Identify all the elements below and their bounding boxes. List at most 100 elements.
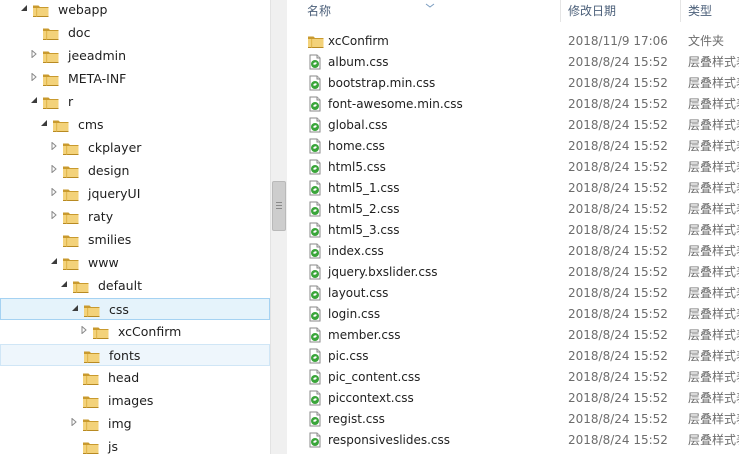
file-row[interactable]: member.css 2018/8/24 15:52 层叠样式表文档: [287, 325, 739, 346]
folder-icon: [82, 393, 100, 409]
css-file-icon: [307, 264, 323, 280]
file-row[interactable]: bootstrap.min.css 2018/8/24 15:52 层叠样式表文档: [287, 73, 739, 94]
column-header-date[interactable]: 修改日期: [568, 0, 616, 22]
file-row[interactable]: html5_3.css 2018/8/24 15:52 层叠样式表文档: [287, 220, 739, 241]
file-row[interactable]: album.css 2018/8/24 15:52 层叠样式表文档: [287, 52, 739, 73]
css-file-icon: [307, 138, 323, 154]
column-separator[interactable]: [680, 0, 681, 22]
css-file-icon: [307, 201, 323, 217]
file-row[interactable]: piccontext.css 2018/8/24 15:52 层叠样式表文档: [287, 388, 739, 409]
tree-item[interactable]: ckplayer: [0, 137, 270, 159]
file-type: 层叠样式表文档: [688, 433, 739, 447]
collapse-arrow-icon[interactable]: [69, 417, 79, 430]
css-file-icon: [307, 180, 323, 196]
tree-item[interactable]: jqueryUI: [0, 183, 270, 205]
tree-item-label: xcConfirm: [118, 324, 182, 339]
tree-vertical-scrollbar[interactable]: [270, 0, 287, 454]
collapse-arrow-icon[interactable]: [79, 325, 89, 338]
file-type: 层叠样式表文档: [688, 76, 739, 90]
css-file-icon: [307, 327, 323, 343]
expand-arrow-icon[interactable]: [39, 119, 49, 131]
tree-item[interactable]: www: [0, 252, 270, 274]
tree-item[interactable]: design: [0, 160, 270, 182]
folder-icon: [92, 324, 110, 340]
file-modified-date: 2018/8/24 15:52: [568, 349, 668, 363]
css-file-icon: [307, 390, 323, 406]
tree-item[interactable]: images: [0, 390, 270, 412]
tree-item[interactable]: webapp: [0, 0, 270, 21]
tree-item[interactable]: jeeadmin: [0, 45, 270, 67]
file-row[interactable]: index.css 2018/8/24 15:52 层叠样式表文档: [287, 241, 739, 262]
expand-arrow-icon[interactable]: [49, 257, 59, 269]
file-modified-date: 2018/8/24 15:52: [568, 307, 668, 321]
folder-icon: [82, 370, 100, 386]
file-row[interactable]: login.css 2018/8/24 15:52 层叠样式表文档: [287, 304, 739, 325]
file-row[interactable]: pic.css 2018/8/24 15:52 层叠样式表文档: [287, 346, 739, 367]
folder-icon: [62, 140, 80, 156]
expand-arrow-icon[interactable]: [59, 280, 69, 292]
folder-icon: [82, 416, 100, 432]
folder-icon: [62, 232, 80, 248]
file-row[interactable]: home.css 2018/8/24 15:52 层叠样式表文档: [287, 136, 739, 157]
file-modified-date: 2018/8/24 15:52: [568, 433, 668, 447]
file-type: 层叠样式表文档: [688, 412, 739, 426]
expand-arrow-icon[interactable]: [70, 304, 80, 316]
expand-arrow-icon[interactable]: [29, 96, 39, 108]
tree-item[interactable]: xcConfirm: [0, 321, 270, 343]
file-modified-date: 2018/8/24 15:52: [568, 223, 668, 237]
scrollbar-thumb[interactable]: [272, 181, 286, 231]
file-row[interactable]: responsiveslides.css 2018/8/24 15:52 层叠样式表…: [287, 430, 739, 451]
folder-icon: [42, 48, 60, 64]
file-row[interactable]: layout.css 2018/8/24 15:52 层叠样式表文档: [287, 283, 739, 304]
tree-item[interactable]: raty: [0, 206, 270, 228]
expand-arrow-icon[interactable]: [19, 4, 29, 16]
tree-item[interactable]: img: [0, 413, 270, 435]
tree-item-label: js: [108, 439, 118, 454]
css-file-icon: [307, 54, 323, 70]
tree-item-label: doc: [68, 25, 91, 40]
file-row[interactable]: html5_2.css 2018/8/24 15:52 层叠样式表文档: [287, 199, 739, 220]
collapse-arrow-icon[interactable]: [29, 72, 39, 85]
tree-item-label: www: [88, 255, 119, 270]
column-header-type[interactable]: 类型: [688, 0, 712, 22]
file-name: layout.css: [328, 286, 389, 300]
tree-item[interactable]: default: [0, 275, 270, 297]
tree-item[interactable]: head: [0, 367, 270, 389]
navigation-tree: webapp doc jeeadmin META-INF r cms ckplayer des…: [0, 0, 270, 454]
tree-item[interactable]: doc: [0, 22, 270, 44]
column-header-name[interactable]: 名称: [307, 0, 331, 22]
file-row[interactable]: html5.css 2018/8/24 15:52 层叠样式表文档: [287, 157, 739, 178]
file-row[interactable]: global.css 2018/8/24 15:52 层叠样式表文档: [287, 115, 739, 136]
file-row[interactable]: html5_1.css 2018/8/24 15:52 层叠样式表文档: [287, 178, 739, 199]
file-list: 名称 修改日期 类型 xcConfirm 2018/11/9 17:06 文件夹 al…: [287, 0, 739, 454]
collapse-arrow-icon[interactable]: [49, 164, 59, 177]
sort-chevron-icon: [425, 0, 435, 8]
tree-item[interactable]: r: [0, 91, 270, 113]
tree-item[interactable]: fonts: [0, 344, 270, 366]
file-row[interactable]: regist.css 2018/8/24 15:52 层叠样式表文档: [287, 409, 739, 430]
collapse-arrow-icon[interactable]: [29, 49, 39, 62]
tree-item[interactable]: css: [0, 298, 270, 320]
tree-item[interactable]: smilies: [0, 229, 270, 251]
file-name: pic_content.css: [328, 370, 421, 384]
file-modified-date: 2018/8/24 15:52: [568, 286, 668, 300]
collapse-arrow-icon[interactable]: [49, 210, 59, 223]
tree-item[interactable]: META-INF: [0, 68, 270, 90]
file-name: album.css: [328, 55, 389, 69]
tree-item[interactable]: js: [0, 436, 270, 454]
file-row[interactable]: font-awesome.min.css 2018/8/24 15:52 层叠样式表…: [287, 94, 739, 115]
tree-item-label: images: [108, 393, 154, 408]
file-row[interactable]: pic_content.css 2018/8/24 15:52 层叠样式表文档: [287, 367, 739, 388]
column-separator[interactable]: [560, 0, 561, 22]
tree-item[interactable]: cms: [0, 114, 270, 136]
file-modified-date: 2018/8/24 15:52: [568, 202, 668, 216]
folder-icon: [42, 94, 60, 110]
css-file-icon: [307, 222, 323, 238]
file-row[interactable]: xcConfirm 2018/11/9 17:06 文件夹: [287, 31, 739, 52]
file-modified-date: 2018/8/24 15:52: [568, 391, 668, 405]
collapse-arrow-icon[interactable]: [49, 187, 59, 200]
file-row[interactable]: jquery.bxslider.css 2018/8/24 15:52 层叠样式表文…: [287, 262, 739, 283]
tree-item-label: jeeadmin: [68, 48, 127, 63]
file-modified-date: 2018/8/24 15:52: [568, 412, 668, 426]
collapse-arrow-icon[interactable]: [49, 141, 59, 154]
